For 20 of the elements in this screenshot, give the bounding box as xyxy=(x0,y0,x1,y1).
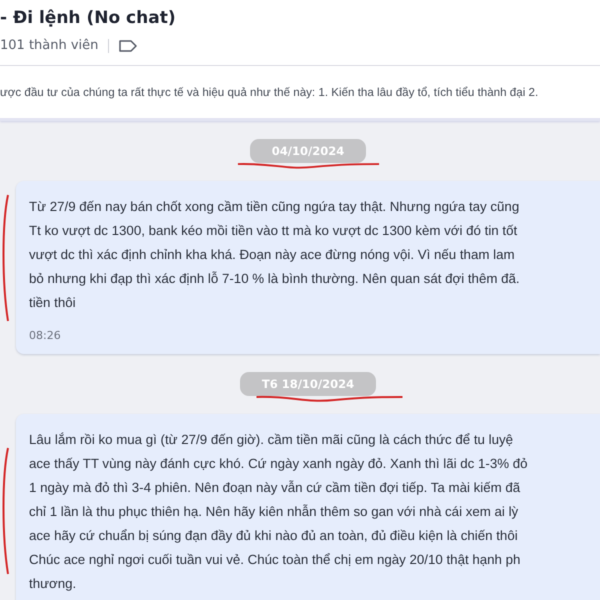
member-count[interactable]: 101 thành viên xyxy=(0,38,98,53)
group-title: - Đi lệnh (No chat) xyxy=(0,7,177,30)
message-text-line: Lâu lắm rồi ko mua gì (từ 27/9 đến giờ). cầm tiền mãi cũng là cách thức để tu luyệ xyxy=(29,431,514,449)
tag-icon[interactable] xyxy=(119,40,138,52)
message-text-line: tiền thôi xyxy=(29,294,77,312)
message-text-line: Tt ko vượt dc 1300, bank kéo mồi tiền vào tt mà ko vượt dc 1300 kèm với đó tin tốt xyxy=(29,222,518,240)
pinned-message-text: ược đầu tư của chúng ta rất thực tế và hiệu quả như thế này: 1. Kiến tha lâu đầy tổ, tích tiểu thành đại 2. xyxy=(0,86,538,98)
message-text-line: bỏ nhưng khi đạp thì xác định lỗ 7-10 % là bình thường. Nên quan sát đợi thêm đã. xyxy=(29,270,521,288)
message-text-line: ace hãy cứ chuẩn bị súng đạn đầy đủ khi nào đủ an toàn, đủ điều kiện là chiến thôi xyxy=(29,527,519,545)
pinned-message-bar[interactable]: ược đầu tư của chúng ta rất thực tế và hiệu quả như thế này: 1. Kiến tha lâu đầy tổ, tích tiểu thành đại 2. xyxy=(0,66,600,121)
message-time: 08:26 xyxy=(29,329,62,342)
message-text-line: chỉ 1 lần là thu phục thiên hạ. Nên hãy kiên nhẫn thêm so gan với nhà cái xem ai lỳ xyxy=(29,503,520,521)
date-separator: T6 18/10/2024 xyxy=(240,372,376,396)
message-text-line: ace thấy TT vùng này đánh cực khó. Cứ ngày xanh ngày đỏ. Xanh thì lãi dc 1-3% đỏ xyxy=(29,455,529,473)
message-text-line: Từ 27/9 đến nay bán chốt xong cầm tiền cũng ngứa tay thật. Nhưng ngứa tay cũng xyxy=(29,198,520,216)
message-text-line: thương. xyxy=(29,575,78,593)
message-text-line: 1 ngày mà đỏ thì 3-4 phiên. Nên đoạn này vẫn cứ cầm tiền đợi tiếp. Ta mài kiếm đã xyxy=(29,479,522,497)
message-text-line: vượt dc thì xác định chỉnh kha khá. Đoạn này ace đừng nóng vội. Vì nếu tham lam xyxy=(29,246,516,264)
message-text-line: Chúc ace nghỉ ngơi cuối tuần vui vẻ. Chúc toàn thể chị em ngày 20/10 thật hạnh ph xyxy=(29,551,522,569)
date-separator: 04/10/2024 xyxy=(250,139,366,163)
